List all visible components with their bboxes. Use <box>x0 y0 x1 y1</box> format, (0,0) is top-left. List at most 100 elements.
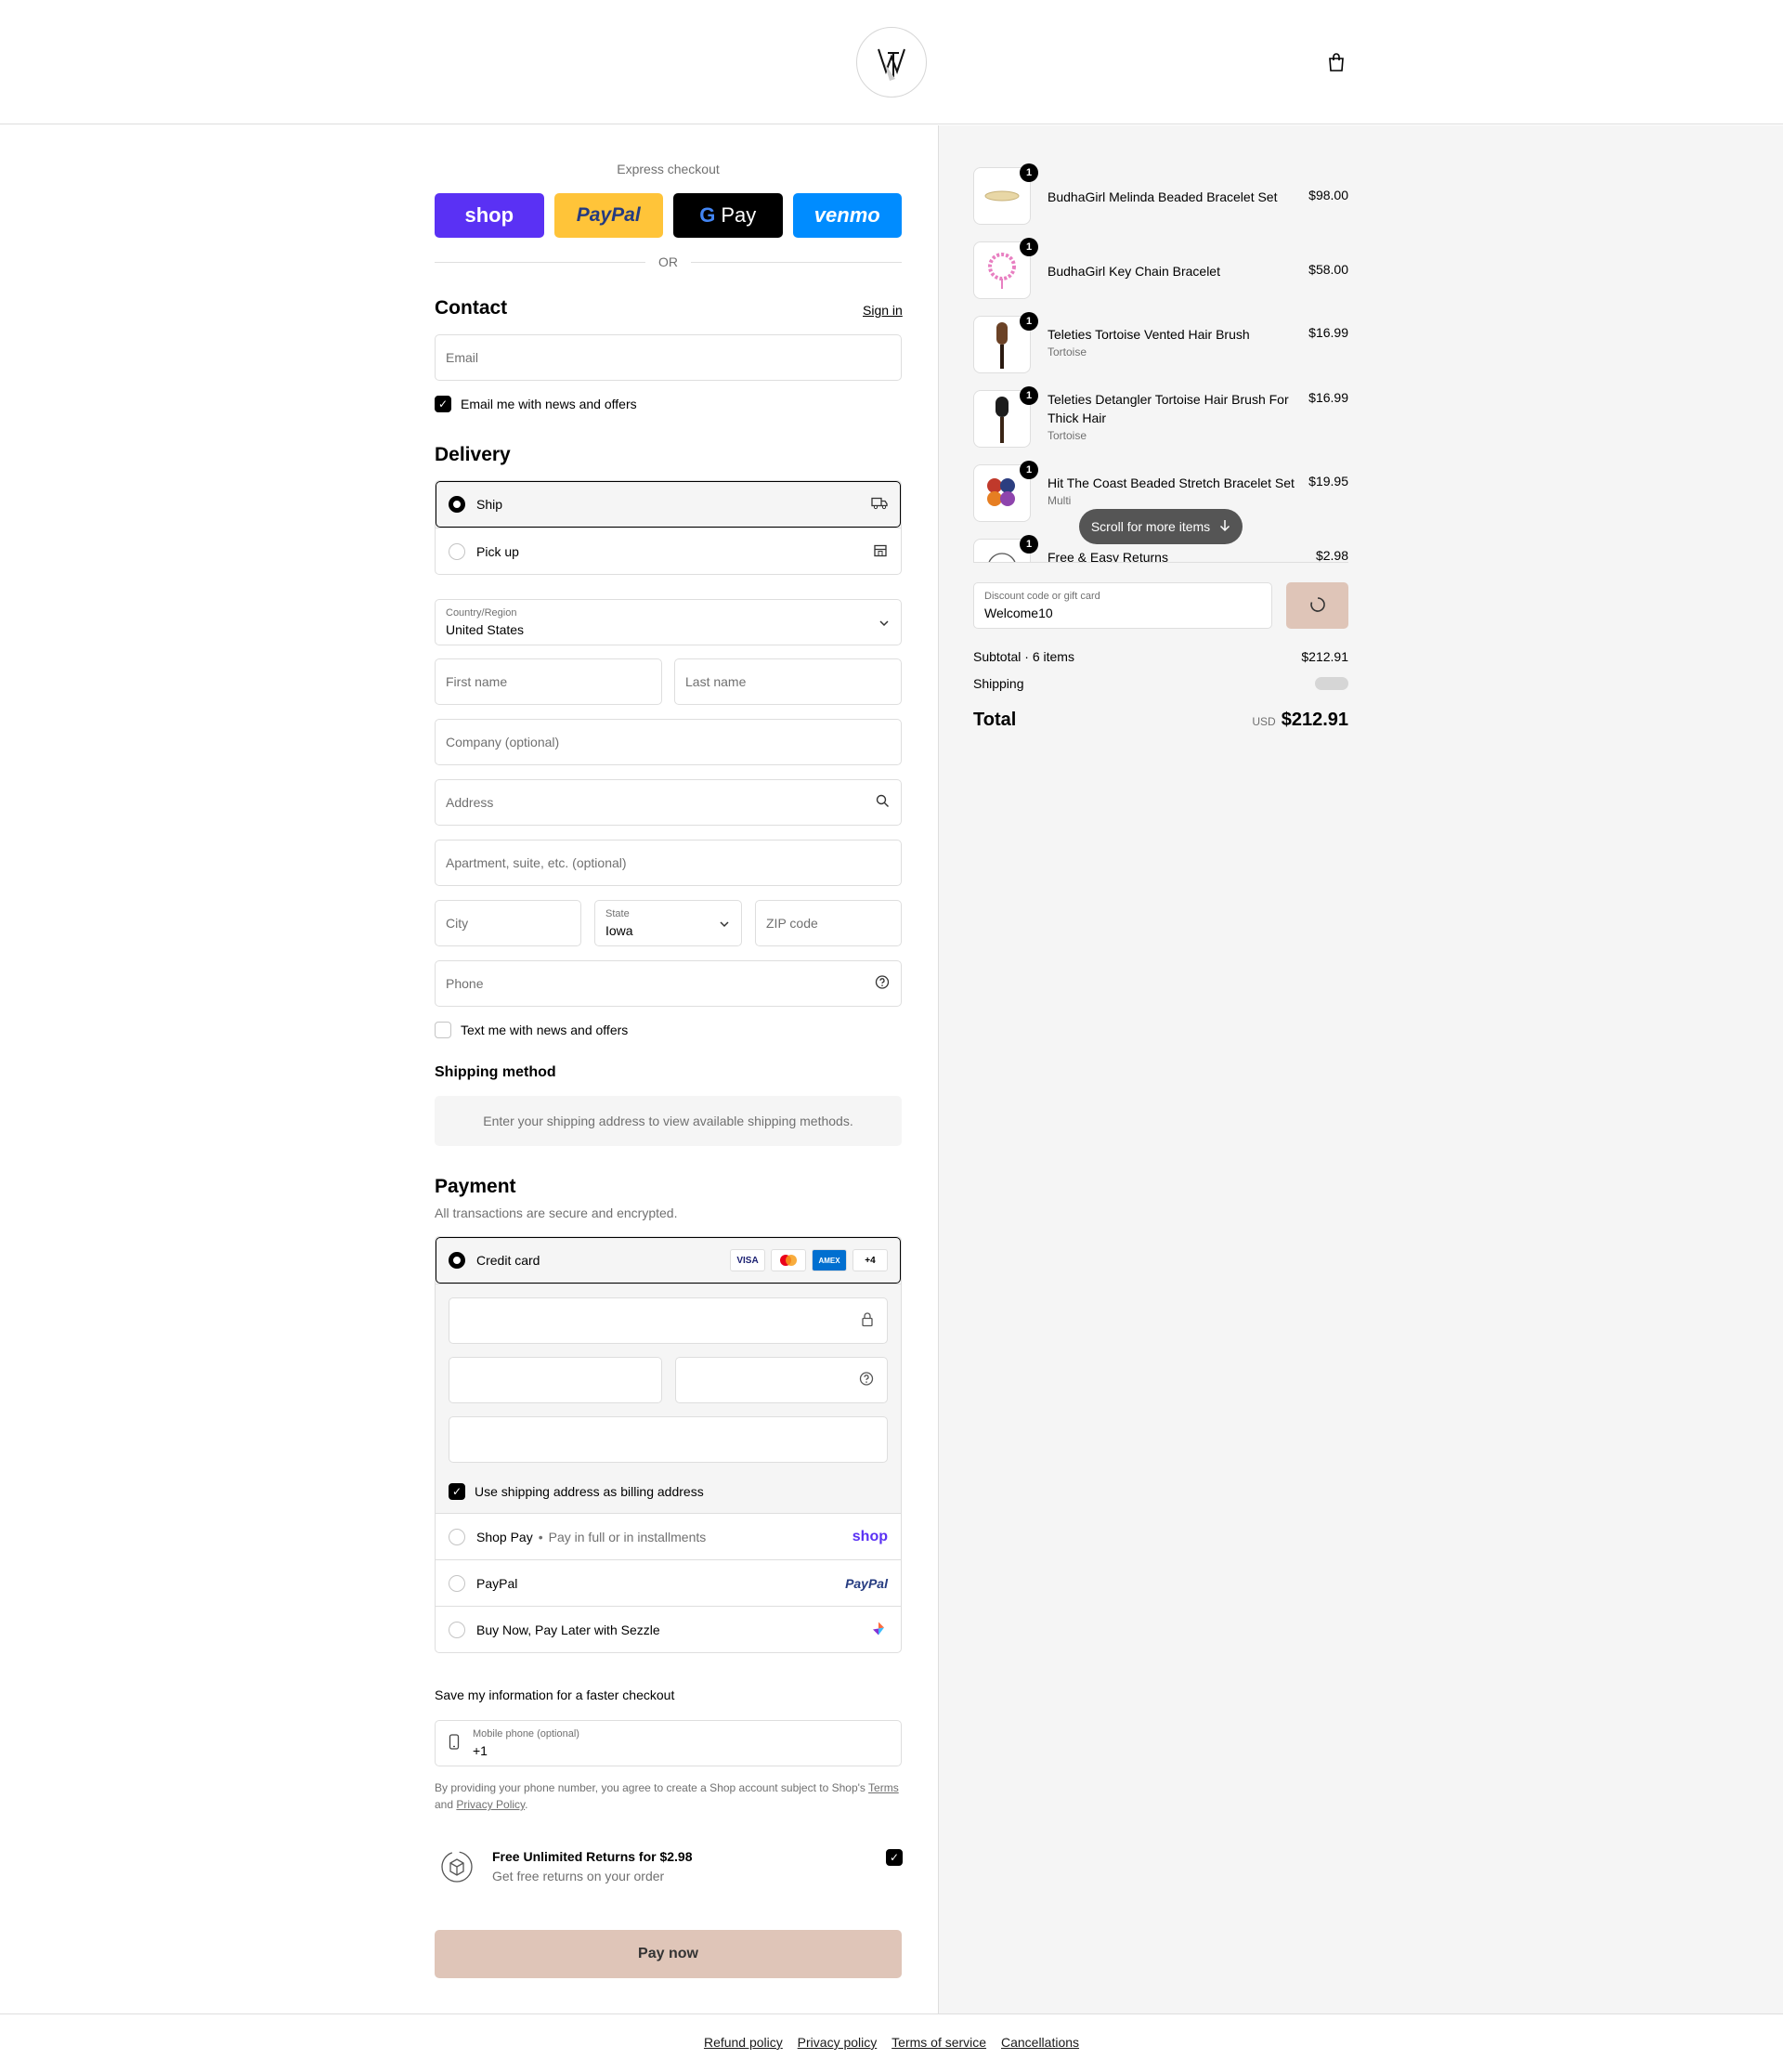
quantity-badge: 1 <box>1020 163 1038 182</box>
state-select[interactable]: State Iowa <box>594 900 742 946</box>
visa-icon: VISA <box>730 1249 765 1271</box>
refund-policy-link[interactable]: Refund policy <box>704 2035 783 2050</box>
scroll-for-more-button[interactable]: Scroll for more items <box>1079 509 1243 544</box>
express-checkout-title: Express checkout <box>617 162 720 176</box>
delivery-method-options: Ship Pick up <box>435 480 902 575</box>
privacy-policy-link[interactable]: Privacy policy <box>798 2035 878 2050</box>
item-price: $58.00 <box>1308 262 1348 277</box>
shipping-label: Shipping <box>973 676 1024 691</box>
cancellations-link[interactable]: Cancellations <box>1001 2035 1079 2050</box>
item-variant: Tortoise <box>1048 345 1087 358</box>
sezzle-label: Buy Now, Pay Later with Sezzle <box>476 1622 660 1637</box>
discount-code-field[interactable]: Discount code or gift card Welcome10 <box>973 582 1272 629</box>
credit-card-option[interactable]: Credit card VISA AMEX +4 <box>436 1237 901 1284</box>
or-label: OR <box>658 254 678 269</box>
discount-value: Welcome10 <box>984 606 1053 620</box>
disclaimer-period: . <box>525 1798 528 1811</box>
state-label: State <box>605 908 630 919</box>
pay-now-button[interactable]: Pay now <box>435 1930 902 1978</box>
amex-icon: AMEX <box>812 1249 847 1271</box>
radio-unselected-icon <box>449 542 465 560</box>
email-placeholder: Email <box>446 350 479 365</box>
radio-unselected-icon <box>449 1574 465 1592</box>
shop-pay-express-button[interactable]: shop <box>435 193 544 238</box>
returns-checkbox[interactable]: ✓ <box>886 1849 903 1866</box>
security-code-field[interactable] <box>674 1357 888 1403</box>
returns-subtitle: Get free returns on your order <box>492 1869 665 1883</box>
state-value: Iowa <box>605 923 633 938</box>
mobile-phone-value: +1 <box>473 1743 488 1758</box>
store-icon <box>873 542 888 560</box>
divider-line <box>691 261 902 263</box>
item-name: BudhaGirl Key Chain Bracelet <box>1048 264 1220 279</box>
country-label: Country/Region <box>446 607 517 619</box>
google-pay-label: Pay <box>721 203 757 227</box>
total-value: $212.91 <box>1281 710 1348 730</box>
truck-icon <box>871 497 888 513</box>
ship-option[interactable]: Ship <box>436 481 901 528</box>
help-circle-icon[interactable] <box>875 975 890 993</box>
express-checkout-buttons: shop PayPal G Pay venmo <box>435 193 902 238</box>
company-field[interactable]: Company (optional) <box>435 719 902 765</box>
item-name: Teleties Tortoise Vented Hair Brush <box>1048 327 1250 342</box>
shop-pay-option[interactable]: Shop Pay • Pay in full or in installment… <box>436 1513 901 1559</box>
returns-title: Free Unlimited Returns for $2.98 <box>492 1849 693 1864</box>
name-on-card-field[interactable] <box>449 1416 888 1463</box>
apply-discount-button[interactable] <box>1286 582 1348 629</box>
order-items-list[interactable]: 1 BudhaGirl Melinda Beaded Bracelet Set … <box>973 163 1348 563</box>
checkmark-icon: ✓ <box>435 396 451 412</box>
paypal-label: PayPal <box>476 1575 518 1591</box>
city-field[interactable]: City <box>435 900 581 946</box>
privacy-policy-link[interactable]: Privacy Policy <box>456 1798 525 1811</box>
paypal-option[interactable]: PayPal PayPal <box>436 1559 901 1606</box>
pickup-option[interactable]: Pick up <box>436 528 901 574</box>
quantity-badge: 1 <box>1020 238 1038 256</box>
last-name-field[interactable]: Last name <box>674 658 902 705</box>
or-divider: OR <box>435 253 902 271</box>
store-logo[interactable] <box>856 27 927 98</box>
item-name: Hit The Coast Beaded Stretch Bracelet Se… <box>1048 476 1295 490</box>
search-icon <box>876 794 890 811</box>
help-circle-icon[interactable] <box>859 1372 874 1389</box>
zip-placeholder: ZIP code <box>766 916 818 931</box>
bullet-separator: • <box>538 1529 543 1544</box>
sign-in-link[interactable]: Sign in <box>863 303 903 318</box>
email-field[interactable]: Email <box>435 334 902 381</box>
venmo-express-button[interactable]: venmo <box>792 193 902 238</box>
save-info-heading: Save my information for a faster checkou… <box>435 1688 675 1702</box>
email-news-checkbox[interactable]: ✓ Email me with news and offers <box>435 396 637 412</box>
first-name-placeholder: First name <box>446 674 508 689</box>
subtotal-value: $212.91 <box>1301 649 1348 664</box>
credit-card-label: Credit card <box>476 1253 540 1268</box>
country-select[interactable]: Country/Region United States <box>435 599 902 645</box>
pickup-label: Pick up <box>476 543 519 559</box>
sezzle-option[interactable]: Buy Now, Pay Later with Sezzle <box>436 1606 901 1652</box>
billing-same-checkbox[interactable]: ✓ Use shipping address as billing addres… <box>449 1476 888 1507</box>
subtotal-label: Subtotal · 6 items <box>973 649 1074 664</box>
google-pay-express-button[interactable]: G Pay <box>673 193 783 238</box>
terms-link[interactable]: Terms <box>868 1781 899 1794</box>
loading-spinner-icon <box>1308 595 1327 617</box>
item-price: $98.00 <box>1308 188 1348 202</box>
quantity-badge: 1 <box>1020 312 1038 331</box>
paypal-express-button[interactable]: PayPal <box>553 193 663 238</box>
address-field[interactable]: Address <box>435 779 902 826</box>
terms-of-service-link[interactable]: Terms of service <box>892 2035 986 2050</box>
card-number-field[interactable] <box>449 1297 888 1344</box>
text-news-checkbox[interactable]: Text me with news and offers <box>435 1022 628 1038</box>
header <box>0 0 1783 124</box>
country-value: United States <box>446 622 525 637</box>
footer: Refund policy Privacy policy Terms of se… <box>0 2013 1783 2072</box>
expiration-date-field[interactable] <box>449 1357 662 1403</box>
quantity-badge: 1 <box>1020 535 1038 554</box>
last-name-placeholder: Last name <box>685 674 747 689</box>
shopping-bag-icon[interactable] <box>1326 52 1347 72</box>
mobile-phone-field[interactable]: Mobile phone (optional) +1 <box>435 1720 902 1766</box>
phone-field[interactable]: Phone <box>435 960 902 1007</box>
billing-same-label: Use shipping address as billing address <box>475 1484 704 1499</box>
returns-box-icon <box>438 1848 475 1885</box>
first-name-field[interactable]: First name <box>435 658 662 705</box>
apartment-field[interactable]: Apartment, suite, etc. (optional) <box>435 840 902 886</box>
zip-field[interactable]: ZIP code <box>755 900 902 946</box>
chevron-down-icon <box>719 916 730 931</box>
